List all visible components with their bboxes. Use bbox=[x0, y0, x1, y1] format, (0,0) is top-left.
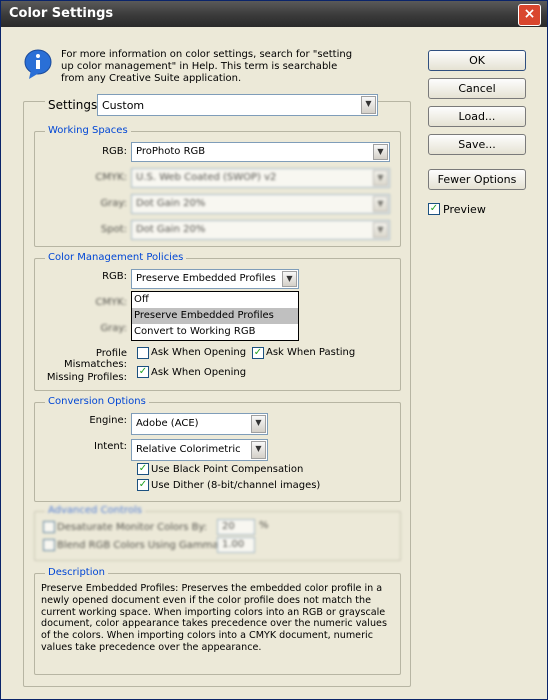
policy-rgb-dropdown-list: Off Preserve Embedded Profiles Convert t… bbox=[131, 291, 299, 341]
ws-spot-label: Spot: bbox=[100, 224, 127, 235]
working-spaces-legend: Working Spaces bbox=[45, 125, 131, 136]
blend-label: Blend RGB Colors Using Gamma: bbox=[57, 540, 222, 551]
settings-select[interactable]: Custom ▼ bbox=[97, 94, 378, 116]
ws-cmyk-select[interactable]: U.S. Web Coated (SWOP) v2 ▼ bbox=[131, 168, 390, 188]
advanced-legend: Advanced Controls bbox=[45, 505, 145, 516]
chevron-down-icon: ▼ bbox=[373, 196, 388, 212]
fewer-options-button[interactable]: Fewer Options bbox=[428, 169, 526, 190]
chevron-down-icon: ▼ bbox=[251, 441, 266, 459]
missing-profiles-label: Missing Profiles: bbox=[46, 372, 127, 383]
bpc-checkbox[interactable]: ✓ bbox=[137, 463, 149, 475]
desaturate-value: 20 bbox=[222, 521, 235, 532]
ok-button[interactable]: OK bbox=[428, 50, 526, 71]
ws-rgb-select[interactable]: ProPhoto RGB ▼ bbox=[131, 142, 390, 162]
desaturate-checkbox[interactable] bbox=[43, 521, 55, 533]
engine-value: Adobe (ACE) bbox=[136, 418, 199, 429]
ws-gray-select[interactable]: Dot Gain 20% ▼ bbox=[131, 194, 390, 214]
settings-value: Custom bbox=[102, 99, 145, 112]
dropdown-option-preserve[interactable]: Preserve Embedded Profiles bbox=[132, 308, 298, 324]
ask-pasting-checkbox[interactable]: ✓ bbox=[252, 347, 264, 359]
ws-rgb-value: ProPhoto RGB bbox=[136, 146, 206, 157]
preview-label: Preview bbox=[443, 203, 486, 216]
intent-label: Intent: bbox=[94, 441, 127, 452]
bpc-label: Use Black Point Compensation bbox=[151, 464, 304, 475]
preview-checkbox[interactable]: ✓ bbox=[428, 203, 440, 215]
info-icon bbox=[24, 49, 52, 79]
title-bar: Color Settings × bbox=[1, 1, 547, 27]
chevron-down-icon: ▼ bbox=[373, 170, 388, 186]
engine-label: Engine: bbox=[89, 415, 127, 426]
ws-gray-value: Dot Gain 20% bbox=[136, 198, 206, 209]
ws-gray-label: Gray: bbox=[100, 198, 127, 209]
chevron-down-icon: ▼ bbox=[373, 222, 388, 238]
policies-legend: Color Management Policies bbox=[45, 252, 187, 263]
ws-cmyk-label: CMYK: bbox=[95, 172, 127, 183]
chevron-down-icon: ▼ bbox=[282, 271, 297, 287]
color-settings-dialog: Color Settings × For more information on… bbox=[0, 0, 548, 700]
ws-cmyk-value: U.S. Web Coated (SWOP) v2 bbox=[136, 172, 277, 183]
missing-ask-checkbox[interactable]: ✓ bbox=[137, 366, 149, 378]
load-button[interactable]: Load... bbox=[428, 106, 526, 127]
dropdown-option-convert[interactable]: Convert to Working RGB bbox=[132, 324, 298, 340]
dither-checkbox[interactable]: ✓ bbox=[137, 479, 149, 491]
info-text: For more information on color settings, … bbox=[61, 49, 353, 84]
conversion-legend: Conversion Options bbox=[45, 396, 149, 407]
policy-rgb-select[interactable]: Preserve Embedded Profiles ▼ bbox=[131, 269, 299, 289]
description-text: Preserve Embedded Profiles: Preserves th… bbox=[41, 583, 387, 653]
policy-cmyk-label: CMYK: bbox=[95, 297, 127, 308]
chevron-down-icon: ▼ bbox=[373, 144, 388, 160]
chevron-down-icon: ▼ bbox=[251, 415, 266, 433]
ask-pasting-label: Ask When Pasting bbox=[266, 347, 356, 358]
policy-rgb-label: RGB: bbox=[102, 271, 127, 282]
profile-mismatch-label: Profile Mismatches: bbox=[64, 348, 127, 370]
desaturate-label: Desaturate Monitor Colors By: bbox=[57, 522, 208, 533]
settings-label: Settings: bbox=[45, 98, 105, 112]
blend-checkbox[interactable] bbox=[43, 539, 55, 551]
ws-spot-select[interactable]: Dot Gain 20% ▼ bbox=[131, 220, 390, 240]
ws-spot-value: Dot Gain 20% bbox=[136, 224, 206, 235]
dropdown-option-off[interactable]: Off bbox=[132, 292, 298, 308]
percent-label: % bbox=[259, 520, 269, 531]
policy-rgb-value: Preserve Embedded Profiles bbox=[136, 273, 276, 284]
dither-label: Use Dither (8-bit/channel images) bbox=[151, 480, 321, 491]
blend-input[interactable]: 1.00 bbox=[217, 537, 255, 553]
intent-select[interactable]: Relative Colorimetric ▼ bbox=[131, 439, 268, 461]
chevron-down-icon: ▼ bbox=[361, 96, 376, 114]
ask-opening-checkbox[interactable] bbox=[137, 347, 149, 359]
ws-rgb-label: RGB: bbox=[102, 146, 127, 157]
policy-gray-label: Gray: bbox=[100, 323, 127, 334]
intent-value: Relative Colorimetric bbox=[136, 444, 241, 455]
description-legend: Description bbox=[45, 567, 108, 578]
blend-value: 1.00 bbox=[222, 539, 245, 550]
save-button[interactable]: Save... bbox=[428, 134, 526, 155]
missing-ask-label: Ask When Opening bbox=[151, 367, 247, 378]
cancel-button[interactable]: Cancel bbox=[428, 78, 526, 99]
desaturate-input[interactable]: 20 bbox=[217, 519, 255, 535]
engine-select[interactable]: Adobe (ACE) ▼ bbox=[131, 413, 268, 435]
window-title: Color Settings bbox=[9, 6, 114, 21]
ask-opening-label: Ask When Opening bbox=[151, 347, 247, 358]
close-button[interactable]: × bbox=[518, 4, 541, 26]
